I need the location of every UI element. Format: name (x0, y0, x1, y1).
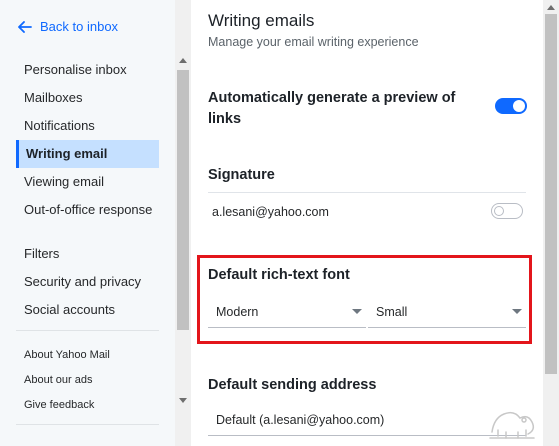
settings-sidebar: Back to inbox Personalise inbox Mailboxe… (0, 0, 175, 446)
signature-account: a.lesani@yahoo.com (212, 205, 329, 219)
link-preview-toggle[interactable] (495, 98, 527, 114)
sidebar-item-security-privacy[interactable]: Security and privacy (16, 268, 159, 296)
link-preview-label: Automatically generate a preview of link… (208, 90, 456, 127)
font-family-select[interactable]: Modern (208, 296, 366, 328)
toggle-knob (494, 206, 504, 216)
sidebar-item-mailboxes[interactable]: Mailboxes (16, 84, 159, 112)
caret-down-icon (512, 309, 522, 314)
sending-address-value: Default (a.lesani@yahoo.com) (216, 413, 385, 427)
sidebar-item-notifications[interactable]: Notifications (16, 112, 159, 140)
sidebar-scroll-thumb[interactable] (177, 70, 189, 330)
signature-label: Signature (208, 167, 275, 183)
font-size-value: Small (376, 305, 408, 319)
signature-toggle[interactable] (491, 203, 523, 219)
font-family-value: Modern (216, 305, 259, 319)
sidebar-item-filters[interactable]: Filters (16, 240, 159, 268)
sidebar-item-social-accounts[interactable]: Social accounts (16, 296, 159, 324)
main-scroll-thumb[interactable] (545, 14, 557, 374)
main-scrollbar[interactable] (543, 0, 559, 446)
rich-text-font-label: Default rich-text font (208, 267, 350, 283)
back-to-inbox-label: Back to inbox (40, 19, 119, 34)
about-yahoo-mail-link[interactable]: About Yahoo Mail (24, 344, 110, 369)
sidebar-item-viewing-email[interactable]: Viewing email (16, 168, 159, 196)
caret-down-icon (352, 309, 362, 314)
writing-email-settings-panel: Writing emails Manage your email writing… (191, 0, 543, 446)
sending-address-label: Default sending address (208, 377, 377, 393)
toggle-knob (513, 100, 525, 112)
back-to-inbox-link[interactable]: Back to inbox (18, 19, 118, 34)
scroll-up-arrow-icon[interactable] (179, 58, 187, 63)
sidebar-item-personalise-inbox[interactable]: Personalise inbox (16, 56, 159, 84)
settings-nav: Personalise inbox Mailboxes Notification… (16, 56, 159, 324)
sidebar-scrollbar[interactable] (175, 0, 191, 446)
about-our-ads-link[interactable]: About our ads (24, 369, 110, 394)
watermark-logo-icon (489, 411, 535, 439)
give-feedback-link[interactable]: Give feedback (24, 394, 110, 419)
sidebar-divider (16, 330, 159, 331)
page-subtitle: Manage your email writing experience (208, 35, 419, 49)
sending-address-select[interactable]: Default (a.lesani@yahoo.com) (208, 404, 526, 436)
scroll-down-arrow-icon[interactable] (179, 398, 187, 403)
font-size-select[interactable]: Small (368, 296, 526, 328)
signature-divider (208, 192, 526, 193)
sidebar-item-writing-email[interactable]: Writing email (16, 140, 159, 168)
sidebar-footer-links: About Yahoo Mail About our ads Give feed… (24, 344, 110, 419)
sidebar-item-out-of-office[interactable]: Out-of-office response (16, 196, 159, 240)
page-title: Writing emails (208, 11, 315, 30)
arrow-left-icon (18, 20, 32, 33)
scroll-up-arrow-icon[interactable] (547, 5, 555, 10)
sidebar-bottom-divider (16, 424, 159, 425)
